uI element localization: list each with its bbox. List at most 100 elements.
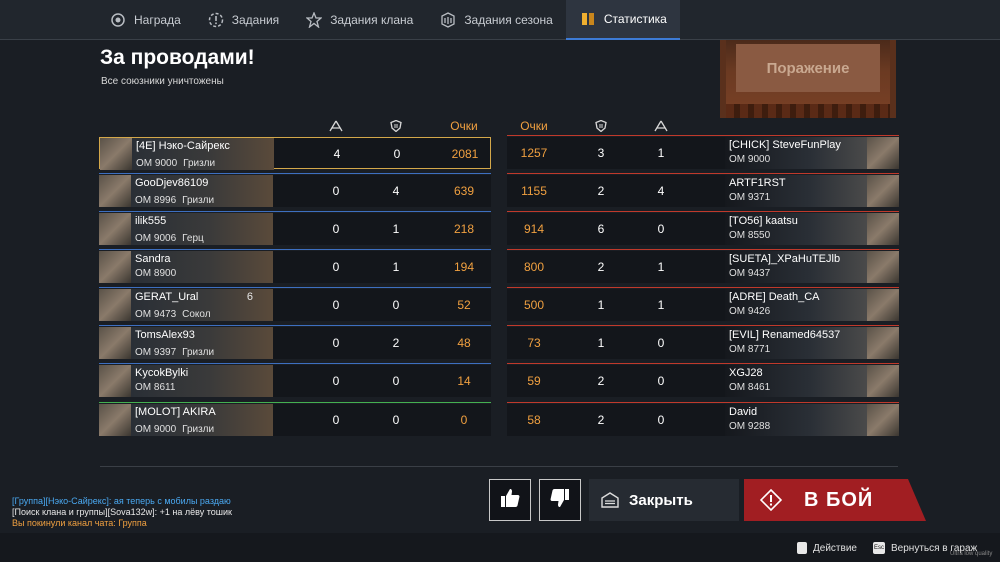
like-button[interactable]: [489, 479, 531, 521]
chat-message: Вы покинули канал чата: Группа: [12, 518, 147, 528]
close-button[interactable]: Закрыть: [589, 479, 739, 521]
row-divider: [507, 287, 899, 288]
enemy-row[interactable]: 1155 2 4 ARTF1RST ОМ 9371: [507, 173, 899, 207]
enemy-row[interactable]: 800 2 1 [SUETA]_XPaHuTEJlb ОМ 9437: [507, 249, 899, 283]
player-card: [EVIL] Renamed64537 ОМ 8771: [725, 327, 867, 359]
ally-row[interactable]: [MOLOT] AKIRA ОМ 9000 Гризли 0 0 0: [99, 402, 491, 436]
mouse-icon: [797, 542, 807, 554]
player-name: [SUETA]_XPaHuTEJlb: [729, 253, 841, 265]
score-value: 639: [453, 184, 475, 198]
player-name: [MOLOT] AKIRA: [135, 406, 216, 418]
reward-icon: [109, 11, 127, 29]
tab-label: Награда: [134, 13, 181, 27]
score-value: 218: [453, 222, 475, 236]
ally-row[interactable]: TomsAlex93 ОМ 9397 Гризли 0 2 48: [99, 325, 491, 359]
ally-row[interactable]: GooDjev86109 ОМ 8996 Гризли 0 4 639: [99, 173, 491, 207]
enemy-row[interactable]: 73 1 0 [EVIL] Renamed64537 ОМ 8771: [507, 325, 899, 359]
player-clan: Гризли: [182, 424, 215, 435]
battle-icon: [760, 489, 782, 511]
shield-icon: [390, 120, 402, 132]
kills-value: 0: [332, 184, 340, 198]
clan-tasks-icon: [305, 11, 323, 29]
enemy-row[interactable]: 914 6 0 [TO56] kaatsu ОМ 8550: [507, 211, 899, 245]
tab-label: Статистика: [603, 12, 667, 26]
row-divider: [99, 325, 491, 326]
score-value: 914: [523, 222, 545, 236]
dislike-button[interactable]: [539, 479, 581, 521]
kills-value: 0: [332, 222, 340, 236]
kills-value: 0: [332, 336, 340, 350]
player-rating: ОМ 9000: [135, 424, 177, 435]
tab-label: Задания: [231, 13, 280, 27]
assists-value: 3: [597, 146, 605, 160]
row-divider: [507, 325, 899, 326]
assists-value: 1: [392, 260, 400, 274]
player-card: [CHICK] SteveFunPlay ОМ 9000: [725, 137, 867, 169]
chat-message: [Группа][Нэко-Сайрекс]: ая теперь с моби…: [12, 496, 231, 506]
player-name: XGJ28: [729, 367, 763, 379]
kills-value: 1: [657, 146, 665, 160]
player-clan: Сокол: [182, 309, 211, 320]
assists-value: 6: [597, 222, 605, 236]
tab-season-tasks[interactable]: Задания сезона: [426, 0, 566, 40]
kills-value: 0: [657, 413, 665, 427]
enemy-row[interactable]: 500 1 1 [ADRE] Death_CA ОМ 9426: [507, 287, 899, 321]
quality-label: Ultra low quality: [950, 551, 993, 557]
player-rating: ОМ 8611: [135, 382, 176, 393]
player-rating: ОМ 9000: [729, 154, 771, 165]
row-divider: [99, 249, 491, 250]
score-value: 58: [527, 413, 541, 427]
avatar: [867, 404, 899, 436]
allies-kills-header: [316, 119, 356, 133]
ally-row[interactable]: Sandra ОМ 8900 0 1 194: [99, 249, 491, 283]
row-divider: [99, 287, 491, 288]
player-name: ilik555: [135, 215, 167, 227]
avatar: [867, 327, 899, 359]
tab-clan-tasks[interactable]: Задания клана: [292, 0, 426, 40]
action-hint[interactable]: Действие: [797, 542, 857, 554]
score-value: 1257: [520, 146, 548, 160]
tab-statistics[interactable]: Статистика: [565, 0, 680, 40]
avatar: [867, 175, 899, 207]
bottom-separator: [100, 466, 898, 467]
ally-row[interactable]: ilik555 ОМ 9006 Герц 0 1 218: [99, 211, 491, 245]
kills-value: 0: [657, 374, 665, 388]
player-card: GERAT_Ural ОМ 9473 Сокол 6: [131, 289, 273, 321]
row-divider: [99, 173, 491, 174]
avatar: [100, 138, 132, 170]
enemy-row[interactable]: 59 2 0 XGJ28 ОМ 8461: [507, 363, 899, 397]
page-title: За проводами!: [100, 46, 255, 69]
player-name: [4E] Нэко-Сайрекс: [136, 140, 230, 152]
player-card: ilik555 ОМ 9006 Герц: [131, 213, 273, 245]
player-card: [4E] Нэко-Сайрекс ОМ 9000 Гризли: [132, 138, 274, 170]
kills-value: 0: [332, 374, 340, 388]
enemies-score-header: Очки: [520, 119, 548, 133]
assists-value: 0: [393, 147, 401, 161]
tab-tasks[interactable]: Задания: [194, 0, 292, 40]
player-card: GooDjev86109 ОМ 8996 Гризли: [131, 175, 273, 207]
fight-button[interactable]: В БОЙ: [744, 479, 926, 521]
ally-row[interactable]: KycokBylki ОМ 8611 0 0 14: [99, 363, 491, 397]
assists-value: 1: [597, 336, 605, 350]
ally-row[interactable]: GERAT_Ural ОМ 9473 Сокол 6 0 0 52: [99, 287, 491, 321]
allies-score-header: Очки: [450, 119, 478, 133]
avatar: [99, 213, 131, 245]
ally-row[interactable]: [4E] Нэко-Сайрекс ОМ 9000 Гризли 4 0 2081: [99, 137, 491, 170]
player-rating: ОМ 8461: [729, 382, 771, 393]
assists-value: 2: [597, 374, 605, 388]
player-rating: ОМ 9288: [729, 421, 771, 432]
enemy-row[interactable]: 1257 3 1 [CHICK] SteveFunPlay ОМ 9000: [507, 135, 899, 169]
player-rating: ОМ 9371: [729, 192, 771, 203]
thumbs-up-icon: [499, 487, 521, 514]
page-subtitle: Все союзники уничтожены: [101, 76, 224, 87]
kills-icon: [329, 120, 343, 132]
tab-reward[interactable]: Награда: [96, 0, 194, 40]
player-rating: ОМ 9000: [136, 158, 178, 169]
score-value: 14: [457, 374, 471, 388]
enemy-row[interactable]: 58 2 0 David ОМ 9288: [507, 402, 899, 436]
assists-value: 1: [597, 298, 605, 312]
player-name: KycokBylki: [135, 367, 189, 379]
avatar: [867, 289, 899, 321]
kills-value: 0: [332, 260, 340, 274]
chat-message: [Поиск клана и группы][Sova132w]: +1 на …: [12, 507, 232, 517]
